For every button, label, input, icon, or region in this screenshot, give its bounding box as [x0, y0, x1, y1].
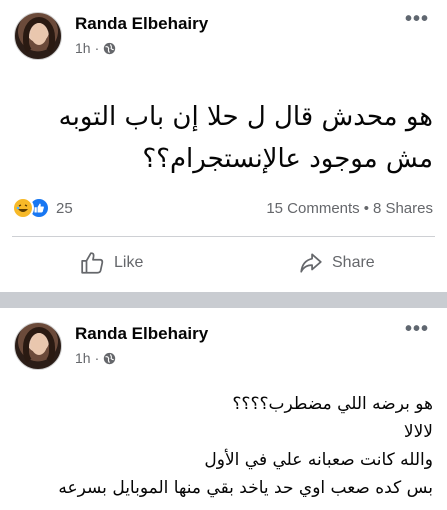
reactions-summary[interactable]: 25: [12, 197, 73, 219]
author-name[interactable]: Randa Elbehairy: [75, 14, 208, 34]
post-text-line: بس كده صعب اوي حد ياخد بقي منها الموبايل…: [58, 478, 433, 498]
comments-count[interactable]: 15 Comments: [266, 200, 359, 217]
post-time[interactable]: 1h: [75, 350, 91, 366]
post-text: هو برضه اللي مضطرب؟؟؟؟ لالالا والله كانت…: [13, 390, 433, 502]
more-dots-icon[interactable]: •••: [405, 319, 429, 339]
author-avatar[interactable]: [14, 322, 62, 370]
post-card: Randa Elbehairy 1h · ••• هو محدش قال ل ح…: [0, 0, 447, 292]
post-text: هو محدش قال ل حلا إن باب التوبه مش موجود…: [13, 96, 433, 180]
thumbs-up-icon: [81, 252, 104, 274]
feed-separator: [0, 292, 447, 308]
post-text-line: مش موجود عالإنستجرام؟؟: [142, 144, 433, 174]
author-avatar[interactable]: [14, 12, 62, 60]
post-meta: 1h ·: [75, 40, 116, 56]
stats-separator: •: [363, 200, 369, 217]
share-button[interactable]: Share: [298, 250, 375, 276]
post-time[interactable]: 1h: [75, 40, 91, 56]
haha-reaction-icon: [12, 197, 34, 219]
post-text-line: لالالا: [403, 422, 433, 442]
avatar-face: [31, 23, 47, 45]
meta-dot: ·: [94, 350, 100, 366]
shares-count[interactable]: 8 Shares: [373, 200, 433, 217]
post-text-line: هو برضه اللي مضطرب؟؟؟؟: [232, 394, 433, 414]
share-arrow-icon: [300, 253, 322, 273]
like-label: Like: [114, 254, 144, 271]
more-dots-icon[interactable]: •••: [405, 9, 429, 29]
post-meta: 1h ·: [75, 350, 116, 366]
meta-dot: ·: [94, 40, 100, 56]
post-card: Randa Elbehairy 1h · ••• هو برضه اللي مض…: [0, 308, 447, 510]
post-stats: 15 Comments • 8 Shares: [266, 200, 433, 217]
globe-icon: [104, 42, 116, 54]
like-button[interactable]: Like: [80, 250, 143, 276]
author-name[interactable]: Randa Elbehairy: [75, 324, 208, 344]
reaction-count: 25: [56, 199, 73, 217]
globe-icon: [104, 352, 116, 364]
post-text-line: والله كانت صعبانه علي في الأول: [204, 450, 433, 470]
avatar-face: [31, 333, 47, 355]
post-text-line: هو محدش قال ل حلا إن باب التوبه: [58, 102, 433, 132]
divider: [12, 236, 435, 237]
share-label: Share: [332, 254, 375, 271]
